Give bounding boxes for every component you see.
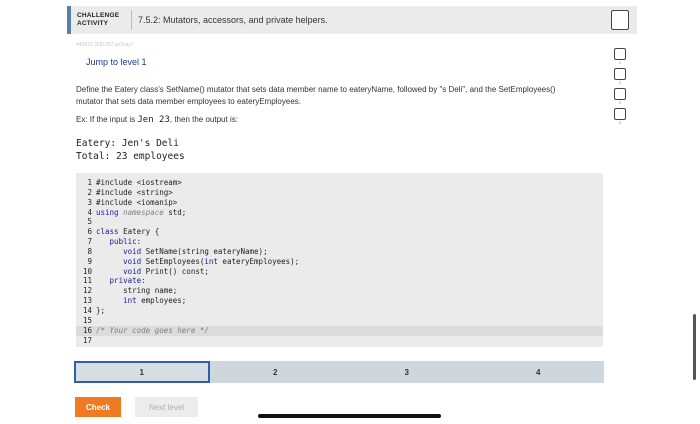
line-number: 12: [82, 286, 92, 296]
line-number: 14: [82, 305, 92, 315]
code-editor[interactable]: 1 #include <iostream> 2 #include <string> 3 #…: [76, 173, 603, 347]
code-token: void: [96, 266, 146, 276]
code-line[interactable]: 11 private:: [76, 276, 603, 286]
level-progress-indicators: 1 2 3 4: [609, 48, 631, 128]
code-token: using: [96, 207, 124, 217]
line-number: 10: [82, 266, 92, 276]
example-suffix: , then the output is:: [169, 115, 238, 124]
code-token: Eatery {: [123, 227, 160, 237]
code-token: string name;: [96, 286, 178, 296]
level-checkbox-icon: [614, 88, 626, 100]
code-token: private:: [96, 276, 146, 286]
level-checkbox-icon: [614, 108, 626, 120]
code-line[interactable]: 4 using namespace std;: [76, 208, 603, 218]
level-indicator[interactable]: 4: [614, 108, 626, 126]
code-token: int: [96, 296, 137, 306]
problem-description: Define the Eatery class's SetName() muta…: [76, 85, 556, 106]
line-number: 3: [87, 197, 92, 207]
expected-output: Eatery: Jen's Deli Total: 23 employees: [76, 137, 185, 163]
line-number: 17: [82, 335, 92, 345]
home-indicator: [258, 414, 441, 418]
code-line[interactable]: 16 /* Your code goes here */: [76, 325, 603, 336]
code-token: SetEmployees(: [145, 256, 205, 266]
activity-header: CHALLENGE ACTIVITY 7.5.2: Mutators, acce…: [67, 6, 637, 34]
code-token: void: [96, 256, 146, 266]
line-number: 13: [82, 296, 92, 306]
code-token: class: [96, 227, 124, 237]
header-divider: [131, 10, 132, 30]
code-token: /* Your code goes here */: [96, 325, 209, 335]
code-line[interactable]: 17: [76, 336, 603, 346]
code-token: public:: [96, 237, 142, 247]
code-token: std;: [163, 207, 187, 217]
example-input: Jen 23: [137, 115, 170, 125]
code-token: namespace: [123, 207, 164, 217]
code-line[interactable]: 2 #include <string>: [76, 188, 603, 198]
code-token: #include <iomanip>: [96, 197, 178, 207]
level-tab-1[interactable]: 1: [74, 361, 210, 383]
code-token: employees;: [136, 296, 187, 306]
activity-title: 7.5.2: Mutators, accessors, and private …: [138, 15, 328, 25]
code-line[interactable]: 5: [76, 217, 603, 227]
output-line: Eatery: Jen's Deli: [76, 138, 179, 149]
output-line: Total: 23 employees: [76, 151, 185, 162]
line-number: 2: [87, 187, 92, 197]
line-number: 16: [82, 325, 92, 335]
code-line[interactable]: 1 #include <iostream>: [76, 178, 603, 188]
check-button[interactable]: Check: [75, 397, 121, 417]
activity-type-label: CHALLENGE ACTIVITY: [77, 12, 120, 27]
level-indicator[interactable]: 1: [614, 48, 626, 66]
activity-id: 445572.3081952.qx3zqy7: [76, 42, 134, 48]
line-number: 15: [82, 315, 92, 325]
level-tab-4[interactable]: 4: [473, 361, 605, 383]
level-tab-3[interactable]: 3: [341, 361, 473, 383]
code-line[interactable]: 12 string name;: [76, 286, 603, 296]
level-indicator-number: 1: [618, 60, 622, 65]
header-accent-bar: [67, 6, 71, 34]
level-tabs: 1234: [74, 361, 604, 383]
code-token: void: [96, 246, 146, 256]
level-checkbox-icon: [614, 48, 626, 60]
line-number: 4: [87, 207, 92, 217]
code-line[interactable]: 6 class Eatery {: [76, 227, 603, 237]
code-token: };: [96, 305, 106, 315]
code-line[interactable]: 9 void SetEmployees(int eateryEmployees)…: [76, 257, 603, 267]
code-token: #include <string>: [96, 187, 173, 197]
line-number: 8: [87, 246, 92, 256]
code-line[interactable]: 3 #include <iomanip>: [76, 198, 603, 208]
level-checkbox-icon: [614, 68, 626, 80]
completion-status-icon: [611, 10, 629, 30]
level-indicator[interactable]: 2: [614, 68, 626, 86]
level-indicator-number: 2: [618, 80, 622, 85]
code-line[interactable]: 10 void Print() const;: [76, 267, 603, 277]
line-number: 1: [87, 178, 92, 187]
code-line[interactable]: 8 void SetName(string eateryName);: [76, 247, 603, 257]
level-tab-2[interactable]: 2: [210, 361, 342, 383]
code-line[interactable]: 7 public:: [76, 237, 603, 247]
line-number: 11: [82, 276, 92, 286]
code-token: #include <iostream>: [96, 178, 182, 187]
code-token: Print() const;: [145, 266, 209, 276]
line-number: 7: [87, 237, 92, 247]
code-token: eateryEmployees);: [217, 256, 300, 266]
code-line[interactable]: 15: [76, 316, 603, 326]
example-text: Ex: If the input is Jen 23, then the out…: [76, 115, 238, 125]
level-indicator[interactable]: 3: [614, 88, 626, 106]
level-indicator-number: 4: [618, 120, 622, 125]
example-prefix: Ex: If the input is: [76, 115, 138, 124]
scrollbar[interactable]: [693, 314, 696, 380]
line-number: 9: [87, 256, 92, 266]
code-token: int: [204, 256, 218, 266]
next-level-button[interactable]: Next level: [135, 397, 198, 417]
line-number: 5: [87, 217, 92, 227]
jump-to-level-link[interactable]: Jump to level 1: [86, 57, 147, 67]
level-indicator-number: 3: [618, 100, 622, 105]
code-token: SetName(string eateryName);: [145, 246, 268, 256]
code-line[interactable]: 14};: [76, 306, 603, 316]
line-number: 6: [87, 227, 92, 237]
code-line[interactable]: 13 int employees;: [76, 296, 603, 306]
